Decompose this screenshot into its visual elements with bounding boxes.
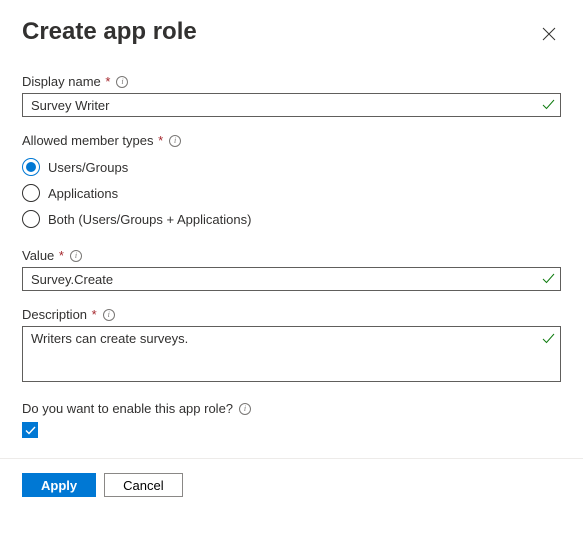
- field-label-row: Allowed member types * i: [22, 133, 561, 148]
- close-icon: [542, 27, 556, 41]
- apply-button[interactable]: Apply: [22, 473, 96, 497]
- radio-label: Users/Groups: [48, 160, 128, 175]
- radio-label: Both (Users/Groups + Applications): [48, 212, 251, 227]
- radio-icon: [22, 158, 40, 176]
- member-types-field: Allowed member types * i Users/Groups Ap…: [22, 133, 561, 232]
- info-icon[interactable]: i: [103, 309, 115, 321]
- panel-footer: Apply Cancel: [0, 459, 583, 515]
- checkbox-row: [22, 422, 561, 438]
- enable-label: Do you want to enable this app role?: [22, 401, 233, 416]
- enable-field: Do you want to enable this app role? i: [22, 401, 561, 438]
- close-button[interactable]: [537, 22, 561, 46]
- radio-label: Applications: [48, 186, 118, 201]
- radio-users-groups[interactable]: Users/Groups: [22, 154, 561, 180]
- radio-applications[interactable]: Applications: [22, 180, 561, 206]
- display-name-label: Display name *: [22, 74, 110, 89]
- checkmark-icon: [542, 272, 555, 288]
- page-title: Create app role: [22, 18, 197, 46]
- display-name-input[interactable]: [22, 93, 561, 117]
- field-label-row: Do you want to enable this app role? i: [22, 401, 561, 416]
- field-label-row: Value * i: [22, 248, 561, 263]
- input-wrap: [22, 326, 561, 385]
- enable-checkbox[interactable]: [22, 422, 38, 438]
- required-mark: *: [55, 248, 64, 263]
- checkmark-icon: [25, 425, 36, 436]
- info-icon[interactable]: i: [116, 76, 128, 88]
- input-wrap: [22, 93, 561, 117]
- member-types-radio-group: Users/Groups Applications Both (Users/Gr…: [22, 154, 561, 232]
- label-text: Allowed member types: [22, 133, 154, 148]
- member-types-label: Allowed member types *: [22, 133, 163, 148]
- radio-both[interactable]: Both (Users/Groups + Applications): [22, 206, 561, 232]
- checkmark-icon: [542, 98, 555, 114]
- input-wrap: [22, 267, 561, 291]
- panel-header: Create app role: [22, 18, 561, 46]
- description-field: Description * i: [22, 307, 561, 385]
- field-label-row: Description * i: [22, 307, 561, 322]
- required-mark: *: [155, 133, 164, 148]
- radio-icon: [22, 184, 40, 202]
- radio-icon: [22, 210, 40, 228]
- info-icon[interactable]: i: [70, 250, 82, 262]
- info-icon[interactable]: i: [239, 403, 251, 415]
- value-field: Value * i: [22, 248, 561, 291]
- cancel-button[interactable]: Cancel: [104, 473, 182, 497]
- description-input[interactable]: [22, 326, 561, 382]
- display-name-field: Display name * i: [22, 74, 561, 117]
- field-label-row: Display name * i: [22, 74, 561, 89]
- value-input[interactable]: [22, 267, 561, 291]
- value-label: Value *: [22, 248, 64, 263]
- description-label: Description *: [22, 307, 97, 322]
- required-mark: *: [88, 307, 97, 322]
- checkmark-icon: [542, 332, 555, 348]
- info-icon[interactable]: i: [169, 135, 181, 147]
- required-mark: *: [102, 74, 111, 89]
- label-text: Description: [22, 307, 87, 322]
- label-text: Display name: [22, 74, 101, 89]
- label-text: Value: [22, 248, 54, 263]
- create-app-role-panel: Create app role Display name * i Allowed…: [0, 0, 583, 438]
